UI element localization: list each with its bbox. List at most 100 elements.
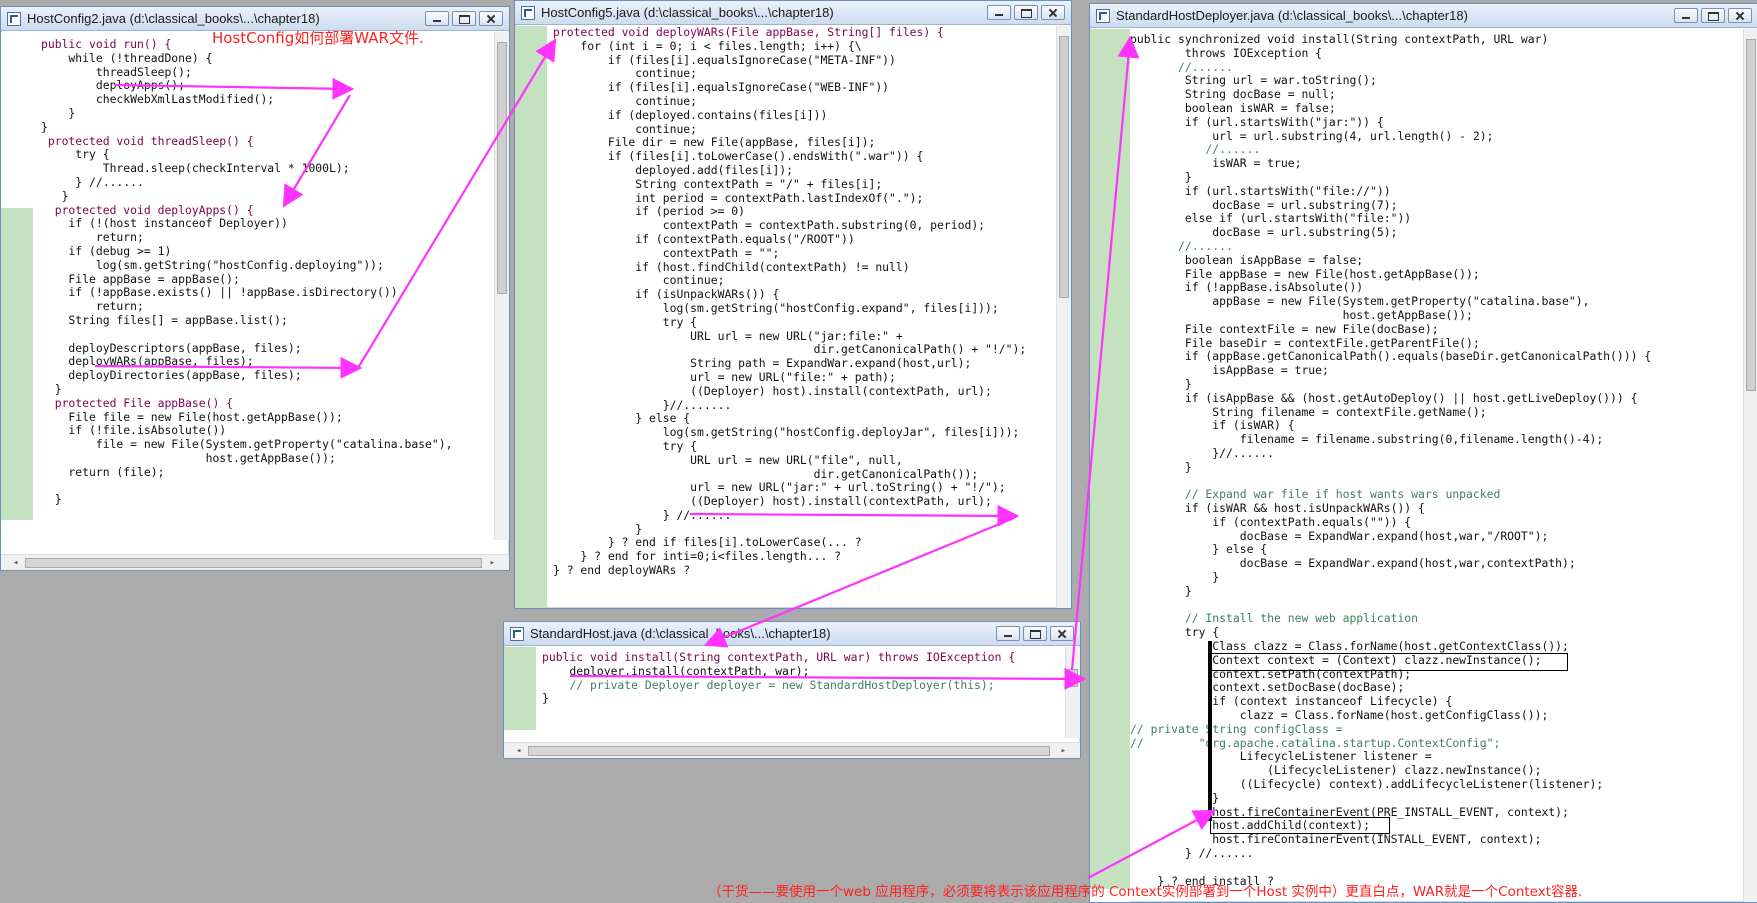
hostconfig2-editor[interactable]: public void run() { while (!threadDone) … <box>1 32 509 570</box>
code-line[interactable]: boolean isWAR = false; <box>1130 101 1742 116</box>
code-line[interactable]: // "org.apache.catalina.startup.ContextC… <box>1130 736 1742 751</box>
scroll-left-icon[interactable]: ◂ <box>516 746 521 756</box>
code-line[interactable]: ((Lifecycle) context).addLifecycleListen… <box>1130 777 1742 792</box>
code-line[interactable]: File baseDir = contextFile.getParentFile… <box>1130 336 1742 351</box>
code-line[interactable]: String docBase = null; <box>1130 87 1742 102</box>
code-line[interactable]: deployer.install(contextPath, war); <box>542 664 1064 679</box>
code-line[interactable]: int period = contextPath.lastIndexOf("."… <box>553 191 1055 206</box>
code-area[interactable]: protected void deployWARs(File appBase, … <box>553 26 1055 608</box>
code-line[interactable]: host.getAppBase()); <box>1130 308 1742 323</box>
code-line[interactable]: host.fireContainerEvent(INSTALL_EVENT, c… <box>1130 832 1742 847</box>
code-line[interactable]: } <box>1130 377 1742 392</box>
code-line[interactable]: try { <box>1130 625 1742 640</box>
code-line[interactable]: if (files[i].equalsIgnoreCase("WEB-INF")… <box>553 80 1055 95</box>
code-line[interactable]: } <box>41 120 493 135</box>
code-line[interactable]: } else { <box>1130 543 1742 557</box>
code-line[interactable]: String contextPath = "/" + files[i]; <box>553 177 1055 192</box>
code-line[interactable]: if (isWAR && host.isUnpackWARs()) { <box>1130 501 1742 516</box>
standardhost-titlebar[interactable]: StandardHost.java (d:\classical_books\..… <box>504 622 1080 646</box>
code-line[interactable]: if (url.startsWith("jar:")) { <box>1130 115 1742 130</box>
code-line[interactable]: File appBase = new File(host.getAppBase(… <box>1130 267 1742 282</box>
code-line[interactable] <box>41 328 493 342</box>
code-line[interactable]: } //...... <box>41 175 493 190</box>
code-line[interactable]: String url = war.toString(); <box>1130 74 1742 88</box>
code-line[interactable]: File dir = new File(appBase, files[i]); <box>553 136 1055 150</box>
code-line[interactable]: clazz = Class.forName(host.getConfigClas… <box>1130 708 1742 723</box>
code-line[interactable]: } ? end for inti=0;i<files.length... ? <box>553 549 1055 564</box>
vertical-scrollbar[interactable] <box>1743 29 1757 902</box>
code-line[interactable]: if (appBase.getCanonicalPath().equals(ba… <box>1130 350 1742 364</box>
code-line[interactable]: boolean isAppBase = false; <box>1130 253 1742 268</box>
minimize-button[interactable] <box>987 5 1011 20</box>
code-line[interactable]: // Expand war file if host wants wars un… <box>1130 487 1742 502</box>
code-line[interactable]: if (host.findChild(contextPath) != null) <box>553 260 1055 275</box>
code-line[interactable]: if (url.startsWith("file://")) <box>1130 184 1742 199</box>
code-line[interactable]: String path = ExpandWar.expand(host,url)… <box>553 356 1055 371</box>
code-line[interactable]: continue; <box>553 67 1055 81</box>
code-line[interactable]: continue; <box>553 122 1055 137</box>
code-line[interactable]: URL url = new URL("jar:file:" + <box>553 329 1055 344</box>
code-line[interactable]: if (context instanceof Lifecycle) { <box>1130 694 1742 709</box>
code-line[interactable]: }//....... <box>553 398 1055 413</box>
standardhostdeployer-titlebar[interactable]: StandardHostDeployer.java (d:\classical_… <box>1090 4 1757 28</box>
code-line[interactable] <box>41 480 493 494</box>
code-line[interactable]: File contextFile = new File(docBase); <box>1130 322 1742 337</box>
horizontal-scrollbar[interactable]: ◂ ▸ <box>504 742 1080 758</box>
code-line[interactable]: } <box>1130 584 1742 599</box>
code-line[interactable]: } //...... <box>553 508 1055 523</box>
code-line[interactable]: (LifecycleListener) clazz.newInstance(); <box>1130 763 1742 778</box>
code-line[interactable]: } ? end if files[i].toLowerCase(... ? <box>553 536 1055 550</box>
code-line[interactable]: File appBase = appBase(); <box>41 272 493 287</box>
code-line[interactable]: if (files[i].toLowerCase().endsWith(".wa… <box>553 149 1055 164</box>
code-line[interactable]: url = new URL("jar:" + url.toString() + … <box>553 480 1055 495</box>
code-line[interactable]: url = url.substring(4, url.length() - 2)… <box>1130 129 1742 144</box>
code-line[interactable]: } <box>41 382 493 397</box>
maximize-button[interactable] <box>452 11 476 26</box>
close-button[interactable] <box>1050 626 1074 641</box>
code-line[interactable]: URL url = new URL("file", null, <box>553 453 1055 468</box>
code-line[interactable]: if (!appBase.isAbsolute()) <box>1130 281 1742 295</box>
code-line[interactable]: String filename = contextFile.getName(); <box>1130 405 1742 420</box>
code-line[interactable]: }//...... <box>1130 446 1742 461</box>
code-line[interactable]: Thread.sleep(checkInterval * 1000L); <box>41 161 493 176</box>
code-line[interactable]: if (!appBase.exists() || !appBase.isDire… <box>41 286 493 300</box>
code-line[interactable] <box>1130 475 1742 489</box>
code-line[interactable]: dir.getCanonicalPath()); <box>553 467 1055 482</box>
code-line[interactable]: String files[] = appBase.list(); <box>41 313 493 328</box>
code-line[interactable]: if (isWAR) { <box>1130 419 1742 433</box>
horizontal-scrollbar[interactable]: ◂ ▸ <box>1 554 509 570</box>
code-line[interactable]: continue; <box>553 94 1055 109</box>
code-line[interactable]: contextPath = contextPath.substring(0, p… <box>553 218 1055 233</box>
hostconfig5-titlebar[interactable]: HostConfig5.java (d:\classical_books\...… <box>515 1 1071 25</box>
code-line[interactable]: docBase = url.substring(7); <box>1130 198 1742 213</box>
code-line[interactable]: Class clazz = Class.forName(host.getCont… <box>1130 639 1742 654</box>
code-line[interactable]: public void install(String contextPath, … <box>542 651 1064 665</box>
code-line[interactable]: while (!threadDone) { <box>41 51 493 66</box>
standardhostdeployer-editor[interactable]: public synchronized void install(String … <box>1090 29 1757 902</box>
code-line[interactable]: docBase = ExpandWar.expand(host,war,"/RO… <box>1130 529 1742 544</box>
code-line[interactable]: } ? end deployWARs ? <box>553 563 1055 578</box>
code-line[interactable]: //...... <box>1130 239 1742 254</box>
code-line[interactable]: } <box>41 492 493 507</box>
code-line[interactable]: protected void threadSleep() { <box>41 134 493 149</box>
code-line[interactable]: if (debug >= 1) <box>41 244 493 259</box>
minimize-button[interactable] <box>996 626 1020 641</box>
scrollbar-thumb[interactable] <box>528 746 1050 756</box>
code-line[interactable]: //...... <box>1130 143 1742 157</box>
code-line[interactable]: if (files[i].equalsIgnoreCase("META-INF"… <box>553 53 1055 68</box>
code-line[interactable]: return; <box>41 230 493 245</box>
code-line[interactable]: deployDirectories(appBase, files); <box>41 368 493 383</box>
maximize-button[interactable] <box>1014 5 1038 20</box>
code-line[interactable]: } <box>41 189 493 204</box>
code-line[interactable]: public synchronized void install(String … <box>1130 33 1742 47</box>
code-line[interactable]: else if (url.startsWith("file:")) <box>1130 212 1742 226</box>
code-line[interactable]: try { <box>41 148 493 162</box>
code-line[interactable]: } <box>1130 791 1742 806</box>
code-line[interactable]: } <box>553 522 1055 537</box>
code-line[interactable]: } <box>1130 460 1742 475</box>
code-line[interactable]: deployWARs(appBase, files); <box>41 355 493 369</box>
code-line[interactable]: try { <box>553 315 1055 330</box>
code-line[interactable]: checkWebXmlLastModified(); <box>41 92 493 107</box>
code-line[interactable] <box>1130 599 1742 613</box>
maximize-button[interactable] <box>1701 8 1725 23</box>
